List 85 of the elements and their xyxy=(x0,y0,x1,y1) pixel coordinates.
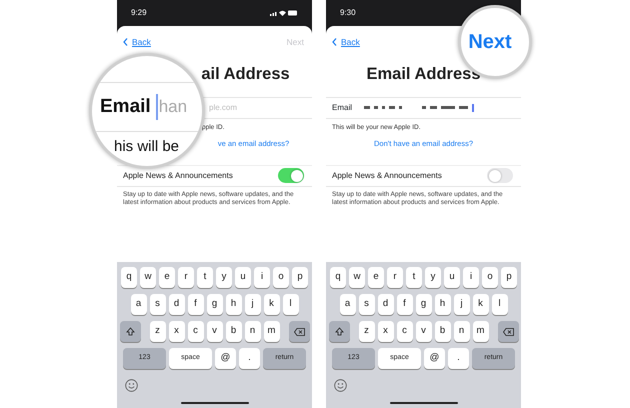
keyboard-key[interactable]: s xyxy=(358,294,374,315)
home-indicator xyxy=(180,402,248,404)
keyboard-key[interactable]: h xyxy=(226,294,242,315)
keyboard-key[interactable]: @ xyxy=(215,348,236,369)
keyboard-key[interactable]: c xyxy=(396,321,412,342)
keyboard-key[interactable]: q xyxy=(121,267,137,288)
keyboard-key[interactable]: z xyxy=(150,321,166,342)
keyboard-key[interactable]: i xyxy=(254,267,270,288)
emoji-icon[interactable] xyxy=(125,379,138,392)
back-chevron-icon xyxy=(123,38,128,46)
keyboard-key[interactable]: y xyxy=(216,267,232,288)
keyboard-key[interactable]: f xyxy=(188,294,204,315)
keyboard-key[interactable]: h xyxy=(434,294,450,315)
toggle-label: Apple News & Announcements xyxy=(123,170,233,182)
keyboard-key[interactable]: t xyxy=(406,267,422,288)
keyboard-key[interactable]: w xyxy=(140,267,156,288)
delete-key[interactable] xyxy=(288,321,310,342)
keyboard-key[interactable]: m xyxy=(472,321,488,342)
keyboard-key[interactable]: o xyxy=(482,267,498,288)
keyboard-key[interactable]: e xyxy=(368,267,384,288)
keyboard-key[interactable]: b xyxy=(226,321,242,342)
keyboard-key[interactable]: p xyxy=(292,267,308,288)
back-chevron-icon xyxy=(332,38,337,46)
keyboard-key[interactable]: @ xyxy=(424,348,445,369)
emoji-icon[interactable] xyxy=(334,379,347,392)
keyboard-key[interactable]: r xyxy=(178,267,194,288)
keyboard-key[interactable]: k xyxy=(264,294,280,315)
keyboard-key[interactable]: f xyxy=(396,294,412,315)
magnified-helper-text: his will be xyxy=(114,137,180,157)
keyboard-key[interactable]: b xyxy=(434,321,450,342)
status-time: 9:29 xyxy=(131,7,147,19)
shift-icon xyxy=(126,327,134,336)
keyboard-key[interactable]: k xyxy=(472,294,488,315)
home-indicator xyxy=(390,402,458,404)
back-button[interactable]: Back xyxy=(123,36,151,48)
keyboard-key[interactable]: p xyxy=(501,267,517,288)
shift-key[interactable] xyxy=(120,321,140,342)
keyboard-key[interactable]: w xyxy=(349,267,365,288)
keyboard-key[interactable]: u xyxy=(444,267,460,288)
keyboard-key[interactable]: a xyxy=(340,294,356,315)
magnified-field-label: Email xyxy=(100,94,151,119)
keyboard-key[interactable]: d xyxy=(378,294,394,315)
keyboard-key[interactable]: q xyxy=(330,267,346,288)
keyboard-key[interactable]: u xyxy=(235,267,251,288)
shift-key[interactable] xyxy=(328,321,350,342)
toggle-label: Apple News & Announcements xyxy=(332,170,442,182)
field-label: Email xyxy=(332,102,352,114)
keyboard-key[interactable]: v xyxy=(416,321,432,342)
magnified-next-button[interactable]: Next xyxy=(468,27,512,57)
keyboard-key[interactable]: a xyxy=(130,294,146,315)
keyboard-key[interactable]: s xyxy=(150,294,166,315)
keyboard-key[interactable]: d xyxy=(168,294,184,315)
keyboard-key[interactable]: e xyxy=(159,267,175,288)
keyboard-key[interactable]: t xyxy=(197,267,213,288)
keyboard-key[interactable]: m xyxy=(264,321,280,342)
keyboard-key[interactable]: o xyxy=(273,267,289,288)
page-title: Email Address xyxy=(365,64,482,85)
keyboard-key[interactable]: n xyxy=(454,321,470,342)
keyboard-key[interactable]: . xyxy=(239,348,260,369)
keyboard-key[interactable]: l xyxy=(282,294,298,315)
delete-icon xyxy=(294,328,304,336)
keyboard-key[interactable]: . xyxy=(448,348,469,369)
keyboard-key[interactable]: g xyxy=(416,294,432,315)
keyboard-key[interactable]: j xyxy=(454,294,470,315)
shift-icon xyxy=(334,327,344,336)
keyboard-key[interactable]: z xyxy=(358,321,374,342)
delete-icon xyxy=(502,328,514,336)
status-time: 9:30 xyxy=(340,7,356,19)
status-icons xyxy=(270,9,298,17)
keyboard-key[interactable]: j xyxy=(244,294,260,315)
keyboard-key[interactable]: c xyxy=(188,321,204,342)
keyboard-key[interactable]: g xyxy=(206,294,222,315)
page-title: ail Address xyxy=(200,64,291,85)
toggle-switch[interactable] xyxy=(487,168,513,184)
keyboard-key[interactable]: v xyxy=(206,321,222,342)
keyboard-key[interactable]: n xyxy=(244,321,260,342)
back-button[interactable]: Back xyxy=(332,36,360,48)
keyboard-key[interactable]: l xyxy=(492,294,508,315)
keyboard-key[interactable]: i xyxy=(463,267,479,288)
toggle-switch[interactable] xyxy=(278,168,304,184)
keyboard-key[interactable]: y xyxy=(425,267,441,288)
delete-key[interactable] xyxy=(498,321,518,342)
keyboard-key[interactable]: x xyxy=(168,321,184,342)
keyboard-key[interactable]: x xyxy=(378,321,394,342)
keyboard-key[interactable]: r xyxy=(387,267,403,288)
